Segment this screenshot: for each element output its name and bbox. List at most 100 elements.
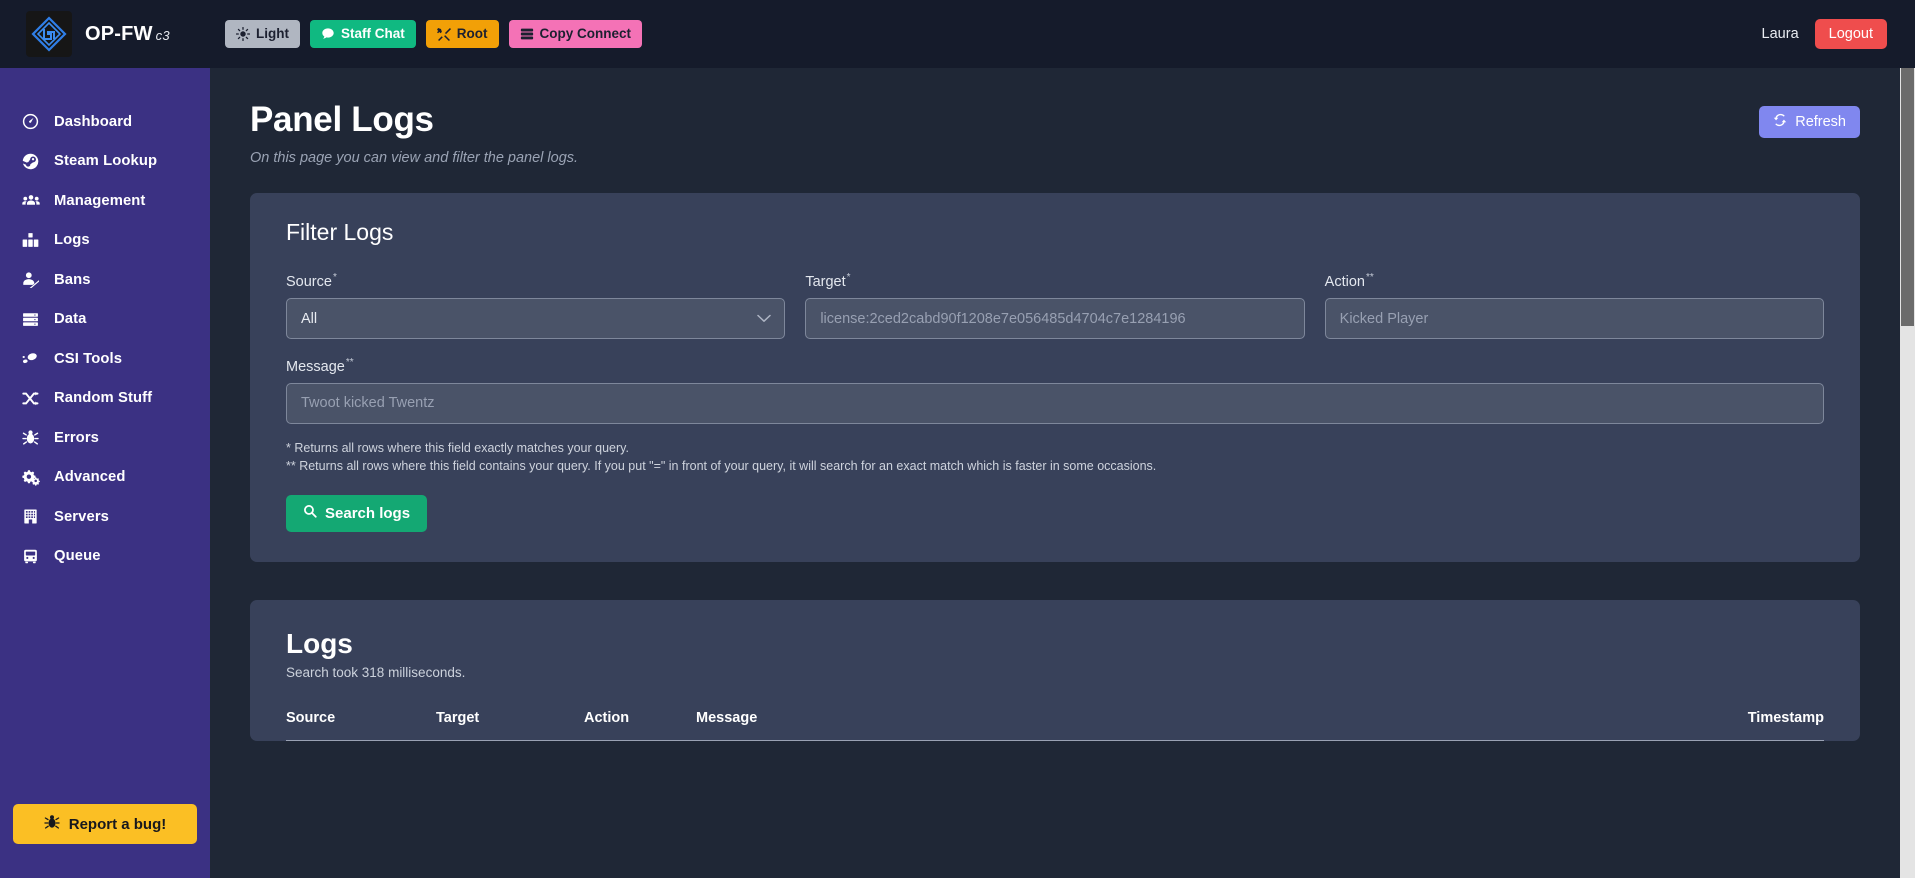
message-input[interactable]: [286, 382, 1824, 424]
brand-version: c3: [155, 27, 170, 43]
search-logs-label: Search logs: [325, 504, 411, 522]
brand[interactable]: OP-FW c3: [0, 0, 210, 68]
target-field: Target*: [805, 272, 1305, 340]
user-area: Laura Logout: [1762, 19, 1915, 49]
sidebar-item-label: Management: [54, 192, 146, 209]
target-input[interactable]: [805, 298, 1305, 340]
bug-icon: [44, 814, 60, 834]
sidebar-item-label: Steam Lookup: [54, 153, 158, 170]
page-scrollbar-thumb[interactable]: [1901, 68, 1914, 326]
footprints-icon: [22, 350, 44, 368]
refresh-icon: [1773, 113, 1787, 131]
sidebar-item-queue[interactable]: Queue: [0, 537, 210, 577]
column-header-timestamp[interactable]: Timestamp: [1198, 709, 1824, 741]
bug-icon: [22, 429, 44, 447]
page-scrollbar[interactable]: [1900, 68, 1915, 878]
logs-table-header-row: Source Target Action Message Timestamp: [286, 709, 1824, 741]
column-header-target[interactable]: Target: [436, 709, 584, 741]
logs-search-duration: Search took 318 milliseconds.: [286, 664, 466, 680]
main-content: Panel Logs On this page you can view and…: [210, 68, 1900, 878]
column-header-message[interactable]: Message: [696, 709, 1199, 741]
logs-title: Logs: [286, 627, 353, 659]
action-input[interactable]: [1324, 298, 1824, 340]
database-icon: [22, 310, 44, 328]
tools-icon: [436, 27, 451, 41]
copy-connect-button[interactable]: Copy Connect: [508, 20, 643, 48]
sidebar-item-label: Logs: [54, 232, 90, 249]
gears-icon: [22, 468, 44, 486]
sidebar-item-management[interactable]: Management: [0, 181, 210, 221]
sidebar-item-servers[interactable]: Servers: [0, 497, 210, 537]
chat-bubble-icon: [321, 27, 335, 41]
sidebar-item-label: Servers: [54, 508, 110, 525]
page-subtitle: On this page you can view and filter the…: [250, 150, 579, 167]
message-label-marker: **: [345, 357, 354, 369]
top-bar: OP-FW c3 Light Staff Chat Root Copy Conn…: [0, 0, 1915, 68]
staff-chat-label: Staff Chat: [341, 26, 405, 42]
tram-icon: [22, 547, 44, 565]
target-label-text: Target: [805, 274, 846, 291]
sidebar-item-advanced[interactable]: Advanced: [0, 458, 210, 498]
source-label-text: Source: [286, 274, 332, 291]
gauge-icon: [22, 113, 44, 131]
source-field: Source* All: [286, 272, 786, 340]
column-header-source[interactable]: Source: [286, 709, 436, 741]
refresh-button[interactable]: Refresh: [1759, 106, 1860, 138]
sidebar-item-label: Queue: [54, 548, 101, 565]
brand-name: OP-FW c3: [85, 23, 170, 46]
report-bug-label: Report a bug!: [68, 815, 167, 833]
source-label: Source*: [286, 272, 785, 290]
sidebar-item-label: Dashboard: [54, 113, 133, 130]
sidebar-item-steam-lookup[interactable]: Steam Lookup: [0, 142, 210, 182]
magnifier-icon: [303, 504, 317, 522]
source-select[interactable]: All: [286, 298, 786, 340]
sidebar-item-bans[interactable]: Bans: [0, 260, 210, 300]
sidebar-item-logs[interactable]: Logs: [0, 221, 210, 261]
filter-row-two: Message**: [286, 357, 1824, 424]
column-header-action[interactable]: Action: [584, 709, 696, 741]
action-label-text: Action: [1324, 274, 1365, 291]
sidebar: Dashboard Steam Lookup Management Logs B: [0, 68, 210, 878]
message-field: Message**: [286, 357, 1824, 424]
sidebar-item-errors[interactable]: Errors: [0, 418, 210, 458]
sidebar-item-label: Advanced: [54, 469, 126, 486]
refresh-label: Refresh: [1795, 114, 1846, 130]
sidebar-item-label: Errors: [54, 429, 100, 446]
sidebar-item-label: Bans: [54, 271, 91, 288]
root-label: Root: [456, 26, 488, 42]
root-button[interactable]: Root: [425, 20, 499, 48]
hint-exact-match: * Returns all rows where this field exac…: [286, 440, 629, 455]
copy-connect-label: Copy Connect: [539, 26, 632, 42]
light-mode-button[interactable]: Light: [225, 20, 300, 48]
shuffle-icon: [22, 389, 44, 407]
server-icon: [520, 27, 534, 41]
target-label: Target*: [805, 272, 1304, 290]
user-slash-icon: [22, 271, 44, 289]
sidebar-item-label: Data: [54, 311, 87, 328]
chart-bars-icon: [22, 231, 44, 249]
search-logs-button[interactable]: Search logs: [286, 494, 428, 532]
sidebar-item-data[interactable]: Data: [0, 300, 210, 340]
building-icon: [22, 508, 44, 526]
users-icon: [22, 192, 44, 210]
target-label-marker: *: [846, 272, 851, 284]
action-label: Action**: [1325, 272, 1824, 290]
action-label-marker: **: [1365, 272, 1374, 284]
page-header: Panel Logs On this page you can view and…: [250, 100, 1860, 166]
sidebar-item-random-stuff[interactable]: Random Stuff: [0, 379, 210, 419]
message-label: Message**: [286, 357, 1824, 375]
sidebar-item-csi-tools[interactable]: CSI Tools: [0, 339, 210, 379]
message-label-text: Message: [286, 358, 345, 375]
source-label-marker: *: [332, 272, 337, 284]
staff-chat-button[interactable]: Staff Chat: [310, 20, 416, 48]
logout-button[interactable]: Logout: [1814, 19, 1887, 49]
sidebar-item-dashboard[interactable]: Dashboard: [0, 102, 210, 142]
filter-logs-card: Filter Logs Source* All Target* license:…: [250, 193, 1860, 562]
report-bug-container: Report a bug!: [0, 804, 210, 878]
sidebar-nav: Dashboard Steam Lookup Management Logs B: [0, 68, 210, 576]
brand-name-text: OP-FW: [85, 22, 153, 45]
sidebar-item-label: Random Stuff: [54, 390, 153, 407]
filter-row-one: Source* All Target* license:2ced2cabd90f…: [286, 272, 1824, 340]
top-action-buttons: Light Staff Chat Root Copy Connect: [225, 20, 643, 48]
report-bug-button[interactable]: Report a bug!: [13, 804, 197, 844]
